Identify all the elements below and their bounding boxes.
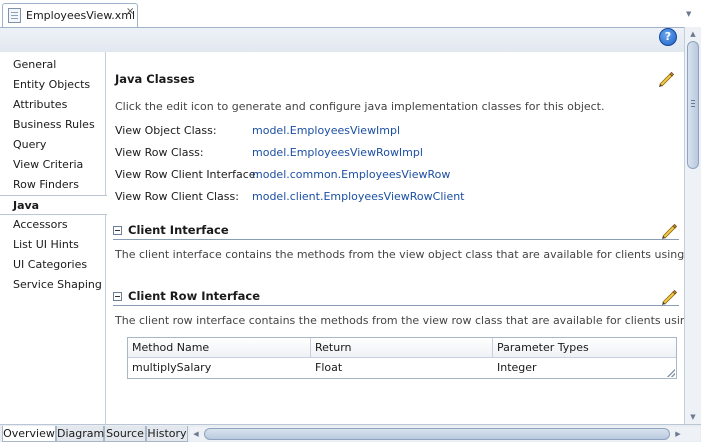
- collapse-icon[interactable]: [113, 292, 122, 301]
- nav-item-service-shaping[interactable]: Service Shaping: [0, 275, 106, 295]
- client-row-methods-table: Method Name Return Parameter Types multi…: [127, 337, 677, 379]
- editor-bottom-tabs: Overview Diagram Source History ◀ ▶: [0, 424, 701, 442]
- java-classes-description: Click the edit icon to generate and conf…: [115, 100, 605, 113]
- tab-diagram[interactable]: Diagram: [56, 426, 104, 442]
- close-icon[interactable]: ×: [126, 6, 134, 17]
- edit-client-interface-pencil-icon[interactable]: [659, 221, 679, 241]
- client-row-interface-description: The client row interface contains the me…: [115, 314, 684, 327]
- view-object-class-link[interactable]: model.EmployeesViewImpl: [252, 124, 400, 137]
- vertical-scroll-thumb[interactable]: [687, 41, 699, 169]
- view-row-client-class-label: View Row Client Class:: [115, 190, 239, 203]
- help-icon[interactable]: ?: [659, 28, 677, 46]
- edit-java-classes-pencil-icon[interactable]: [656, 69, 676, 89]
- client-row-interface-title: Client Row Interface: [128, 289, 261, 303]
- horizontal-scroll-thumb[interactable]: [204, 428, 670, 440]
- nav-item-row-finders[interactable]: Row Finders: [0, 175, 106, 195]
- client-interface-header: Client Interface: [113, 222, 679, 240]
- chevron-down-icon[interactable]: ▼: [686, 10, 691, 18]
- nav-item-view-criteria[interactable]: View Criteria: [0, 155, 106, 175]
- client-interface-title: Client Interface: [128, 223, 229, 237]
- editor-tab-strip: EmployeesView.xml ×: [0, 0, 701, 27]
- view-row-class-link[interactable]: model.EmployeesViewRowImpl: [252, 146, 423, 159]
- view-row-class-label: View Row Class:: [115, 146, 204, 159]
- table-header: Method Name Return Parameter Types: [128, 338, 676, 358]
- nav-item-java[interactable]: Java: [0, 195, 107, 215]
- overview-header: [0, 27, 684, 52]
- view-object-class-label: View Object Class:: [115, 124, 217, 137]
- column-header-parameter-types[interactable]: Parameter Types: [493, 338, 676, 358]
- editor-tab-label: EmployeesView.xml: [26, 9, 136, 22]
- nav-item-ui-categories[interactable]: UI Categories: [0, 255, 106, 275]
- scrollbar-corner: [684, 427, 700, 441]
- nav-item-attributes[interactable]: Attributes: [0, 95, 106, 115]
- overview-nav: General Entity Objects Attributes Busine…: [0, 52, 107, 424]
- tab-history[interactable]: History: [146, 426, 188, 442]
- resize-grip-icon[interactable]: [667, 369, 675, 377]
- horizontal-scrollbar[interactable]: ◀ ▶: [190, 427, 684, 441]
- vertical-scrollbar[interactable]: ▲ ▼: [684, 27, 701, 424]
- scroll-left-icon[interactable]: ◀: [190, 427, 202, 441]
- scroll-down-icon[interactable]: ▼: [685, 410, 701, 424]
- cell-return: Float: [315, 361, 343, 374]
- java-page: Java Classes Click the edit icon to gene…: [107, 52, 684, 424]
- tab-overview[interactable]: Overview: [2, 426, 56, 442]
- table-row[interactable]: multiplySalary Float Integer: [128, 358, 676, 378]
- view-row-client-class-link[interactable]: model.client.EmployeesViewRowClient: [252, 190, 465, 203]
- client-row-interface-header: Client Row Interface: [113, 288, 679, 306]
- cell-method-name: multiplySalary: [132, 361, 212, 374]
- column-header-return[interactable]: Return: [311, 338, 493, 358]
- collapse-icon[interactable]: [113, 226, 122, 235]
- cell-parameter-types: Integer: [497, 361, 537, 374]
- client-interface-description: The client interface contains the method…: [115, 248, 684, 261]
- edit-client-row-interface-pencil-icon[interactable]: [659, 287, 679, 307]
- nav-item-general[interactable]: General: [0, 55, 106, 75]
- scroll-right-icon[interactable]: ▶: [672, 427, 684, 441]
- nav-item-query[interactable]: Query: [0, 135, 106, 155]
- editor-tab-employeesview[interactable]: EmployeesView.xml ×: [2, 3, 138, 27]
- view-row-client-interface-label: View Row Client Interface:: [115, 168, 260, 181]
- xml-file-icon: [8, 8, 21, 23]
- nav-item-business-rules[interactable]: Business Rules: [0, 115, 106, 135]
- tab-source[interactable]: Source: [104, 426, 146, 442]
- column-header-method-name[interactable]: Method Name: [128, 338, 311, 358]
- view-row-client-interface-link[interactable]: model.common.EmployeesViewRow: [252, 168, 450, 181]
- java-classes-title: Java Classes: [115, 72, 195, 86]
- nav-item-entity-objects[interactable]: Entity Objects: [0, 75, 106, 95]
- scroll-up-icon[interactable]: ▲: [685, 27, 701, 41]
- nav-item-list-ui-hints[interactable]: List UI Hints: [0, 235, 106, 255]
- nav-item-accessors[interactable]: Accessors: [0, 215, 106, 235]
